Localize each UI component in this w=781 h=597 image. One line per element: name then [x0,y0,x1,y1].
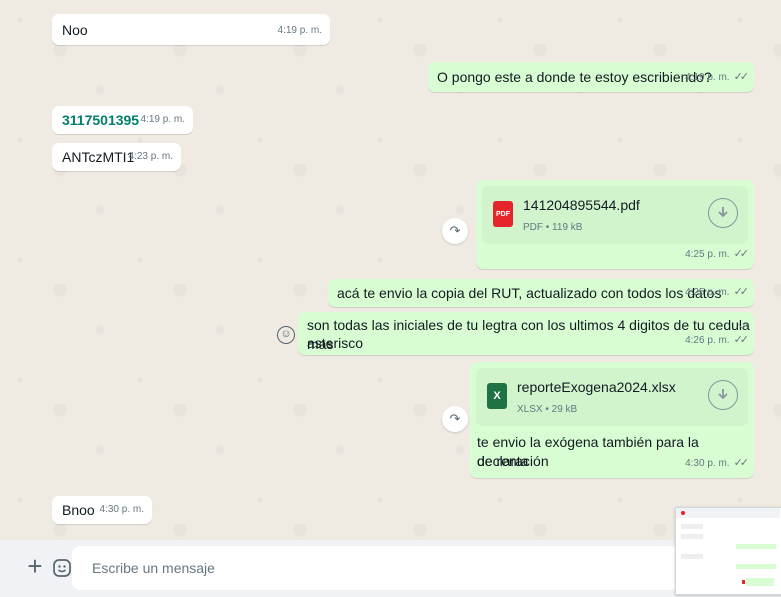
forward-icon[interactable]: ↷ [442,406,468,432]
download-icon[interactable] [708,380,738,410]
message-text: ANTczMTI1 [62,149,135,165]
file-meta: PDF • 119 kB [523,222,583,233]
excel-file-icon: X [487,383,507,409]
message-time: 4:25 p. m. [685,287,730,298]
message-outgoing-file[interactable]: X reporteExogena2024.xlsx XLSX • 29 kB t… [470,362,754,478]
message-incoming[interactable]: ANTczMTI1 4:23 p. m. [52,143,181,171]
message-incoming[interactable]: Bnoo 4:30 p. m. [52,496,152,524]
thumbnail-avatar [681,511,685,515]
message-time: 4:26 p. m. [685,335,730,346]
message-time: 4:19 p. m. [685,72,730,83]
message-time: 4:30 p. m. [685,458,730,469]
screenshot-thumbnail[interactable] [675,507,781,595]
file-name: reporteExogena2024.xlsx [517,379,676,395]
message-outgoing-file[interactable]: PDF 141204895544.pdf PDF • 119 kB 4:25 p… [476,180,754,269]
message-outgoing[interactable]: son todas las iniciales de tu legtra con… [298,312,754,355]
pdf-file-icon: PDF [493,201,513,227]
file-attachment[interactable]: PDF 141204895544.pdf PDF • 119 kB [482,186,748,244]
thumbnail-file-icon [742,580,745,584]
double-check-icon: ✓✓ [733,286,750,298]
file-name: 141204895544.pdf [523,197,640,213]
message-time: 4:19 p. m. [277,25,322,36]
message-incoming[interactable]: Noo 4:19 p. m. [52,14,330,45]
thumbnail-header [676,508,780,518]
double-check-icon: ✓✓ [733,71,750,83]
thumbnail-bubble [736,544,776,549]
sticker-icon[interactable] [52,558,72,578]
double-check-icon: ✓✓ [733,457,750,469]
double-check-icon: ✓✓ [733,248,750,260]
message-outgoing[interactable]: acá te envio la copia del RUT, actualiza… [328,279,754,307]
message-text: O pongo este a donde te estoy escribiend… [437,69,712,85]
thumbnail-bubble [746,578,774,586]
message-text: Noo [62,22,88,38]
thumbnail-bubble [681,534,703,539]
double-check-icon: ✓✓ [733,334,750,346]
message-time: 4:23 p. m. [128,151,173,162]
message-outgoing[interactable]: O pongo este a donde te estoy escribiend… [428,62,754,92]
message-time: 4:19 p. m. [140,114,185,125]
file-caption-line2: de renta [477,453,529,469]
phone-number-link[interactable]: 3117501395 [62,111,139,130]
message-input-placeholder[interactable]: Escribe un mensaje [92,560,215,576]
download-icon[interactable] [708,198,738,228]
emoji-reaction-icon[interactable]: ☺ [277,326,295,344]
message-time: 4:25 p. m. [685,249,730,260]
thumbnail-bubble [681,554,703,559]
message-text: Bnoo [62,502,95,518]
forward-icon[interactable]: ↷ [442,218,468,244]
message-time: 4:30 p. m. [99,504,144,515]
thumbnail-bubble [736,564,776,569]
attach-plus-icon[interactable]: + [24,553,46,579]
file-meta: XLSX • 29 kB [517,404,578,415]
message-text: acá te envio la copia del RUT, actualiza… [337,285,722,301]
thumbnail-bubble [681,524,703,529]
file-attachment[interactable]: X reporteExogena2024.xlsx XLSX • 29 kB [476,368,748,426]
message-incoming[interactable]: 3117501395 4:19 p. m. [52,106,193,134]
message-text-line2: asterisco [307,335,364,351]
